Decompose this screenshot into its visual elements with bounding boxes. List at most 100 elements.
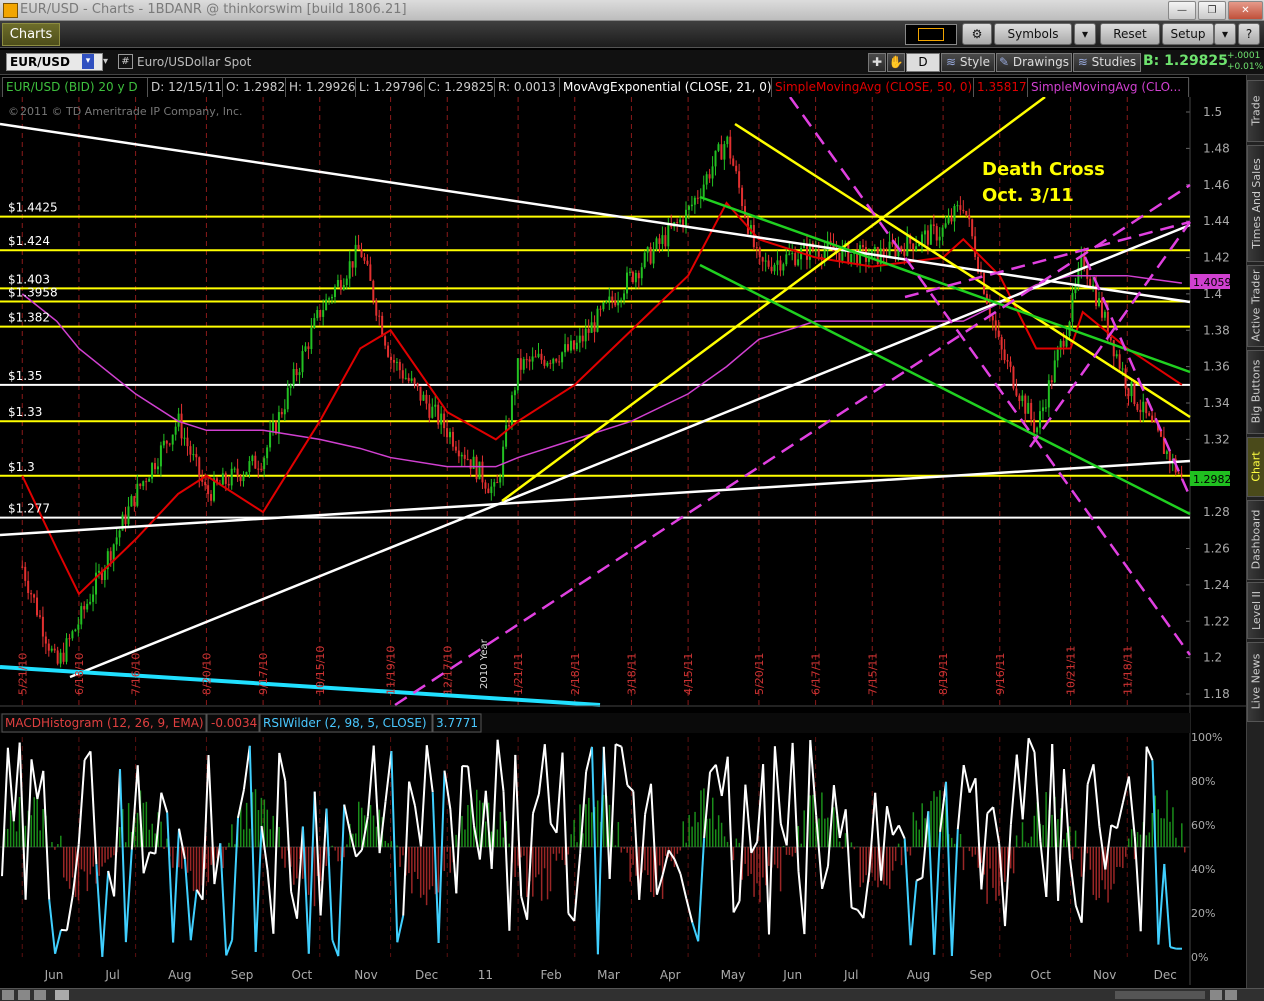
macd-bar — [101, 847, 103, 867]
month-label: Nov — [354, 968, 377, 982]
macd-bar — [624, 847, 626, 849]
candle-body — [296, 369, 298, 375]
scroll-left-icon[interactable] — [1210, 990, 1222, 1000]
style-button[interactable]: ≋ Style — [941, 53, 995, 72]
macd-bar — [626, 847, 628, 853]
side-tab[interactable]: Live News — [1247, 642, 1264, 722]
date-label: 6/18/10 — [73, 653, 86, 695]
wrench-icon[interactable]: ⚙ — [962, 23, 992, 45]
candle-body — [21, 567, 23, 568]
reset-button[interactable]: Reset — [1100, 23, 1160, 45]
side-tab[interactable]: Level II — [1247, 582, 1264, 639]
candle-body — [532, 357, 534, 362]
macd-bar — [700, 790, 702, 847]
symbols-button[interactable]: Symbols — [994, 23, 1072, 45]
drawings-button[interactable]: ✎ Drawings — [996, 53, 1072, 72]
macd-bar — [559, 847, 561, 854]
macd-bar — [485, 821, 487, 847]
candle-body — [361, 250, 363, 258]
setup-dropdown-icon[interactable]: ▾ — [1214, 23, 1236, 45]
candle-body — [1057, 350, 1059, 361]
candle-body — [399, 362, 401, 370]
symbol-link-icon[interactable]: ▾ — [103, 54, 114, 69]
candle-body — [172, 435, 174, 445]
candle-body — [467, 459, 469, 460]
candle-body — [903, 249, 905, 256]
candle-body — [788, 254, 790, 255]
candle-body — [995, 320, 997, 330]
macd-bar — [865, 847, 867, 875]
candle-body — [968, 215, 970, 219]
macd-bar — [1128, 839, 1130, 847]
setup-button[interactable]: Setup — [1162, 23, 1214, 45]
macd-bar — [25, 826, 27, 847]
candle-body — [774, 265, 776, 271]
symbol-dropdown-icon[interactable]: ▾ — [82, 54, 94, 69]
candle-body — [127, 506, 129, 524]
level-label: $1.3 — [8, 460, 35, 474]
period-button[interactable]: D — [906, 53, 940, 72]
candle-body — [732, 158, 734, 165]
tab-charts[interactable]: Charts — [2, 23, 60, 46]
studies-button[interactable]: ≋ Studies — [1073, 53, 1141, 72]
macd-bar — [143, 803, 145, 847]
candle-body — [1048, 380, 1050, 407]
candle-body — [953, 206, 955, 221]
side-tab[interactable]: Times And Sales — [1247, 145, 1264, 262]
candle-body — [838, 253, 840, 262]
hash-button[interactable]: # — [118, 54, 133, 69]
candle-body — [251, 456, 253, 461]
candle-body — [717, 144, 719, 151]
cursor-mode-icon[interactable] — [55, 990, 69, 1000]
rsi-tick-label: 40% — [1191, 863, 1215, 876]
candle-body — [1166, 451, 1168, 454]
price-chart[interactable]: 1.51.481.461.441.421.41.381.361.341.321.… — [0, 97, 1246, 988]
zoom-in-icon[interactable] — [18, 990, 30, 1000]
macd-bar — [370, 805, 372, 847]
sma200-legend[interactable]: SimpleMovingAvg (CLO... — [1027, 77, 1189, 98]
link-color-box[interactable] — [905, 24, 957, 45]
sma50-legend[interactable]: SimpleMovingAvg (CLOSE, 50, 0) — [771, 77, 976, 98]
help-icon[interactable]: ? — [1238, 23, 1260, 45]
candle-body — [1039, 411, 1041, 427]
ema-legend[interactable]: MovAvgExponential (CLOSE, 21, 0) — [559, 77, 776, 98]
candle-body — [269, 431, 271, 447]
side-tab[interactable]: Trade — [1247, 80, 1264, 142]
rsi-legend[interactable]: RSIWilder (2, 98, 5, CLOSE) — [263, 716, 427, 730]
side-tab[interactable]: Big Buttons — [1247, 350, 1264, 434]
maximize-icon[interactable]: ❐ — [1198, 1, 1226, 20]
candle-body — [1036, 428, 1038, 433]
macd-bar — [1172, 807, 1174, 847]
macd-bar — [901, 847, 903, 865]
side-tab[interactable]: Dashboard — [1247, 500, 1264, 580]
horizontal-scrollbar[interactable] — [1115, 991, 1205, 999]
scroll-right-icon[interactable] — [1225, 990, 1237, 1000]
bar-low: L: 1.29796 — [355, 77, 427, 98]
drawing-mode-icon[interactable] — [34, 990, 46, 1000]
macd-bar — [1051, 815, 1053, 847]
zoom-out-icon[interactable] — [2, 990, 14, 1000]
rsi-value: 3.7771 — [436, 716, 478, 730]
candle-body — [496, 482, 498, 483]
close-icon[interactable]: ✕ — [1228, 1, 1263, 20]
candle-body — [440, 414, 442, 425]
macd-bar — [84, 847, 86, 871]
candle-body — [77, 624, 79, 629]
macd-bar — [541, 847, 543, 901]
candle-body — [1086, 269, 1088, 279]
pan-tool-icon[interactable]: ✋ — [887, 53, 905, 72]
candle-body — [60, 653, 62, 664]
macd-bar — [780, 847, 782, 891]
side-tab[interactable]: Chart — [1247, 437, 1264, 497]
macd-bar — [334, 847, 336, 851]
side-tab[interactable]: Active Trader — [1247, 265, 1264, 347]
candle-body — [316, 310, 318, 318]
minimize-icon[interactable]: — — [1168, 1, 1196, 20]
macd-bar — [270, 829, 272, 847]
candle-body — [626, 273, 628, 294]
symbols-dropdown-icon[interactable]: ▾ — [1074, 23, 1096, 45]
macd-legend[interactable]: MACDHistogram (12, 26, 9, EMA) — [5, 716, 204, 730]
crosshair-tool-icon[interactable]: ✚ — [868, 53, 886, 72]
candle-body — [363, 257, 365, 261]
candle-body — [302, 351, 304, 372]
